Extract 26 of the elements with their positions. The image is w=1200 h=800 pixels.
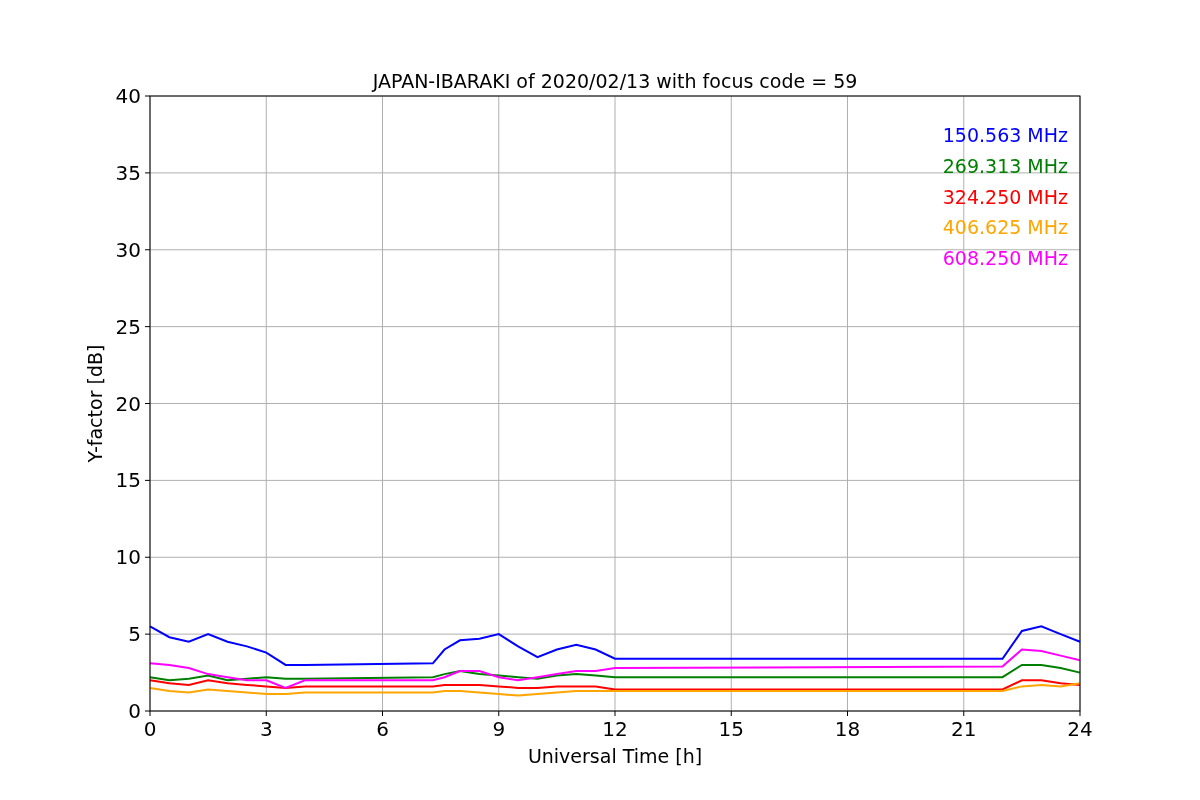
legend-label: 269.313 MHz: [942, 154, 1068, 177]
y-tick-label: 0: [128, 699, 141, 723]
x-tick-label: 21: [951, 717, 977, 741]
y-tick-label: 25: [115, 314, 141, 339]
y-tick-label: 35: [115, 160, 141, 185]
x-tick-label: 15: [718, 717, 744, 741]
y-tick-label: 30: [115, 237, 141, 262]
y-tick-label: 20: [115, 391, 141, 416]
y-tick-label: 40: [115, 84, 141, 108]
x-tick-label: 9: [492, 717, 506, 741]
x-tick-label: 18: [834, 717, 861, 741]
y-tick-label: 10: [115, 545, 141, 570]
x-tick-label: 6: [376, 717, 389, 741]
x-tick-label: 24: [1067, 717, 1093, 741]
x-tick-label: 12: [602, 717, 628, 741]
legend-label: 406.625 MHz: [942, 216, 1068, 239]
chart-title: JAPAN-IBARAKI of 2020/02/13 with focus code = 59: [372, 70, 858, 92]
x-tick-label: 0: [143, 717, 157, 741]
legend-label: 150.563 MHz: [942, 124, 1068, 146]
x-tick-label: 3: [259, 717, 273, 741]
y-axis-label: Y-factor [dB]: [84, 344, 106, 463]
legend-label: 608.250 MHz: [942, 247, 1068, 270]
y-tick-label: 15: [115, 468, 141, 493]
x-axis-label: Universal Time [h]: [527, 745, 703, 767]
legend-label: 324.250 MHz: [942, 185, 1068, 208]
y-tick-label: 5: [128, 622, 141, 647]
